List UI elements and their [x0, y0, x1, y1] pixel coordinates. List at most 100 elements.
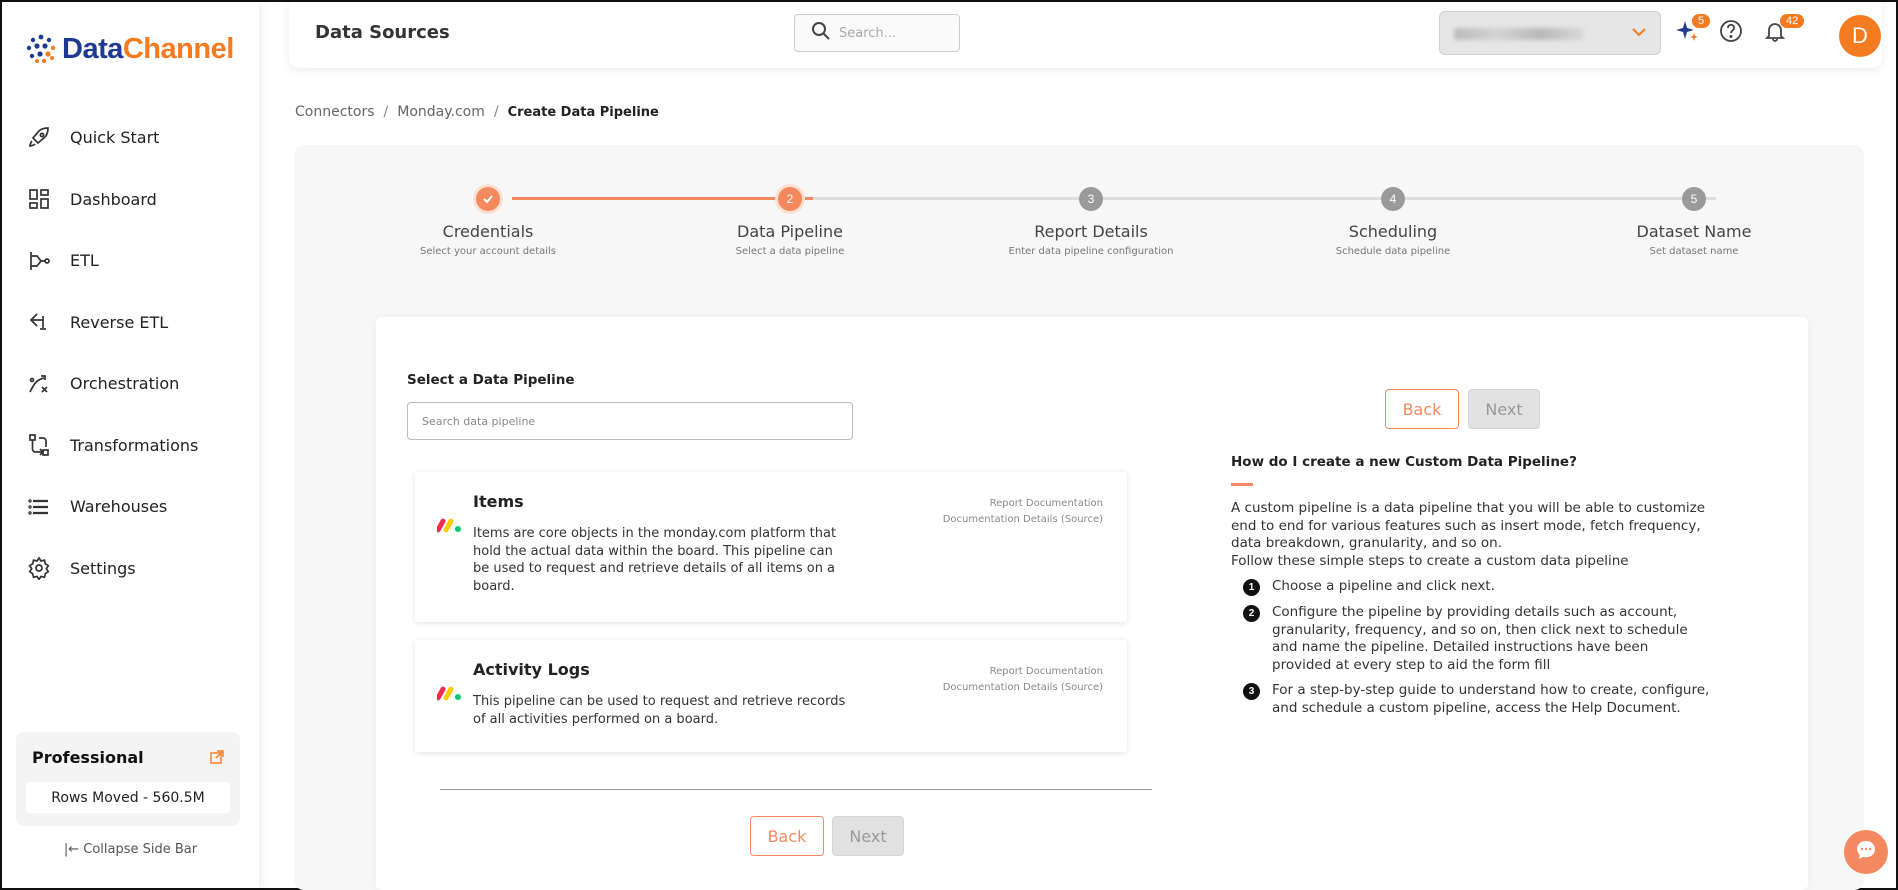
- top-bar: Data Sources Search... 5 42 D: [289, 2, 1882, 68]
- help-step-text: For a step-by-step guide to understand h…: [1272, 682, 1710, 716]
- step-sub: Schedule data pipeline: [1335, 246, 1451, 257]
- help-step: 1 Choose a pipeline and click next.: [1231, 578, 1711, 596]
- plan-card: Professional Rows Moved - 560.5M: [16, 732, 240, 826]
- monday-logo-icon: [435, 516, 463, 538]
- step-sub: Select your account details: [419, 246, 557, 257]
- step-number: 2: [778, 187, 802, 211]
- sidebar-item-warehouses[interactable]: Warehouses: [2, 476, 259, 538]
- help-button[interactable]: [1716, 18, 1746, 48]
- step-number-badge: 2: [1243, 605, 1260, 622]
- search-icon: [811, 21, 831, 45]
- check-icon: [476, 187, 500, 211]
- pipeline-option-items[interactable]: Items Items are core objects in the mond…: [415, 472, 1127, 622]
- help-step-text: Configure the pipeline by providing deta…: [1272, 604, 1688, 673]
- brand-wordmark: DataChannel: [62, 32, 234, 65]
- datachannel-logo-icon: [26, 34, 56, 64]
- step-credentials[interactable]: Credentials Select your account details: [368, 187, 608, 257]
- pipeline-description: This pipeline can be used to request and…: [473, 694, 846, 727]
- pipeline-search-input[interactable]: Search data pipeline: [407, 402, 853, 440]
- sidebar-item-label: Warehouses: [70, 497, 168, 517]
- main-panel: Credentials Select your account details …: [294, 145, 1864, 890]
- help-circle-icon: [1719, 19, 1743, 47]
- step-scheduling[interactable]: 4 Scheduling Schedule data pipeline: [1273, 187, 1513, 257]
- monday-logo-icon: [435, 684, 463, 706]
- rocket-icon: [26, 125, 52, 151]
- sidebar-item-label: Transformations: [70, 435, 199, 455]
- step-dataset-name[interactable]: 5 Dataset Name Set dataset name: [1574, 187, 1814, 257]
- workspace-select[interactable]: [1439, 11, 1661, 55]
- divider: [440, 789, 1152, 790]
- help-paragraph: A custom pipeline is a data pipeline tha…: [1231, 500, 1706, 551]
- breadcrumb: Connectors / Monday.com / Create Data Pipeli…: [295, 104, 659, 120]
- etl-icon: [26, 248, 52, 274]
- next-button[interactable]: Next: [1468, 389, 1540, 429]
- chat-button[interactable]: [1844, 830, 1888, 874]
- sidebar-item-reverse-etl[interactable]: Reverse ETL: [2, 292, 259, 354]
- help-step: 2 Configure the pipeline by providing det…: [1231, 604, 1711, 674]
- documentation-details-link[interactable]: Documentation Details (Source): [943, 680, 1103, 696]
- documentation-details-link[interactable]: Documentation Details (Source): [943, 512, 1103, 528]
- step-report-details[interactable]: 3 Report Details Enter data pipeline con…: [971, 187, 1211, 257]
- step-name: Data Pipeline: [737, 222, 843, 241]
- help-paragraph-2: Follow these simple steps to create a cu…: [1231, 552, 1629, 569]
- sidebar-item-quick-start[interactable]: Quick Start: [2, 107, 259, 169]
- help-step: 3 For a step-by-step guide to understand …: [1231, 682, 1711, 717]
- step-number: 4: [1381, 187, 1405, 211]
- pipeline-title: Items: [473, 492, 524, 511]
- step-sub: Set dataset name: [1649, 246, 1739, 257]
- sidebar: DataChannel Quick Start Dashboard ETL Re…: [2, 2, 259, 888]
- chevron-down-icon: [1630, 23, 1648, 45]
- sidebar-item-dashboard[interactable]: Dashboard: [2, 169, 259, 231]
- ai-badge: 5: [1692, 14, 1711, 28]
- help-heading: How do I create a new Custom Data Pipeli…: [1231, 454, 1577, 470]
- step-name: Scheduling: [1348, 222, 1438, 241]
- dashboard-icon: [26, 186, 52, 212]
- heading-accent: [1231, 483, 1253, 486]
- sidebar-item-transformations[interactable]: Transformations: [2, 415, 259, 477]
- orchestration-icon: [26, 371, 52, 397]
- sidebar-nav: Quick Start Dashboard ETL Reverse ETL Or…: [2, 107, 259, 599]
- step-name: Dataset Name: [1636, 222, 1752, 241]
- select-pipeline-label: Select a Data Pipeline: [407, 372, 575, 388]
- step-sub: Select a data pipeline: [735, 246, 845, 257]
- step-name: Report Details: [1034, 222, 1148, 241]
- external-link-icon[interactable]: [210, 749, 224, 768]
- step-number-badge: 1: [1243, 579, 1260, 596]
- pipeline-option-activity-logs[interactable]: Activity Logs This pipeline can be used …: [415, 640, 1127, 752]
- rows-moved: Rows Moved - 560.5M: [26, 782, 230, 813]
- gear-icon: [26, 555, 52, 581]
- sidebar-item-settings[interactable]: Settings: [2, 538, 259, 600]
- search-input[interactable]: Search...: [794, 14, 960, 52]
- report-documentation-link[interactable]: Report Documentation: [943, 496, 1103, 512]
- avatar[interactable]: D: [1839, 15, 1881, 57]
- help-step-text: Choose a pipeline and click next.: [1272, 578, 1495, 594]
- notification-badge: 42: [1780, 14, 1805, 28]
- back-button[interactable]: Back: [1385, 389, 1459, 429]
- breadcrumb-link-monday[interactable]: Monday.com: [397, 104, 485, 120]
- sidebar-item-label: ETL: [70, 251, 99, 271]
- pipeline-card: Select a Data Pipeline Search data pipel…: [376, 317, 1808, 890]
- workspace-name-blurred: [1454, 28, 1584, 40]
- back-button-bottom[interactable]: Back: [750, 816, 824, 856]
- reverse-etl-icon: [26, 309, 52, 335]
- step-number-badge: 3: [1243, 683, 1260, 700]
- brand-logo[interactable]: DataChannel: [24, 32, 234, 66]
- collapse-label: Collapse Side Bar: [83, 842, 198, 857]
- step-data-pipeline[interactable]: 2 Data Pipeline Select a data pipeline: [670, 187, 910, 257]
- next-button-bottom[interactable]: Next: [832, 816, 904, 856]
- sidebar-item-etl[interactable]: ETL: [2, 230, 259, 292]
- sidebar-item-orchestration[interactable]: Orchestration: [2, 353, 259, 415]
- page-title: Data Sources: [315, 22, 450, 43]
- sidebar-item-label: Dashboard: [70, 189, 157, 209]
- search-placeholder: Search...: [839, 25, 897, 41]
- collapse-sidebar-button[interactable]: |← Collapse Side Bar: [2, 842, 259, 857]
- step-sub: Enter data pipeline configuration: [1008, 246, 1174, 257]
- breadcrumb-link-connectors[interactable]: Connectors: [295, 104, 375, 120]
- help-panel: How do I create a new Custom Data Pipeli…: [1231, 454, 1711, 717]
- warehouse-icon: [26, 494, 52, 520]
- step-number: 5: [1682, 187, 1706, 211]
- step-name: Credentials: [442, 222, 534, 241]
- report-documentation-link[interactable]: Report Documentation: [943, 664, 1103, 680]
- sidebar-item-label: Reverse ETL: [70, 312, 169, 332]
- sidebar-item-label: Orchestration: [70, 374, 180, 394]
